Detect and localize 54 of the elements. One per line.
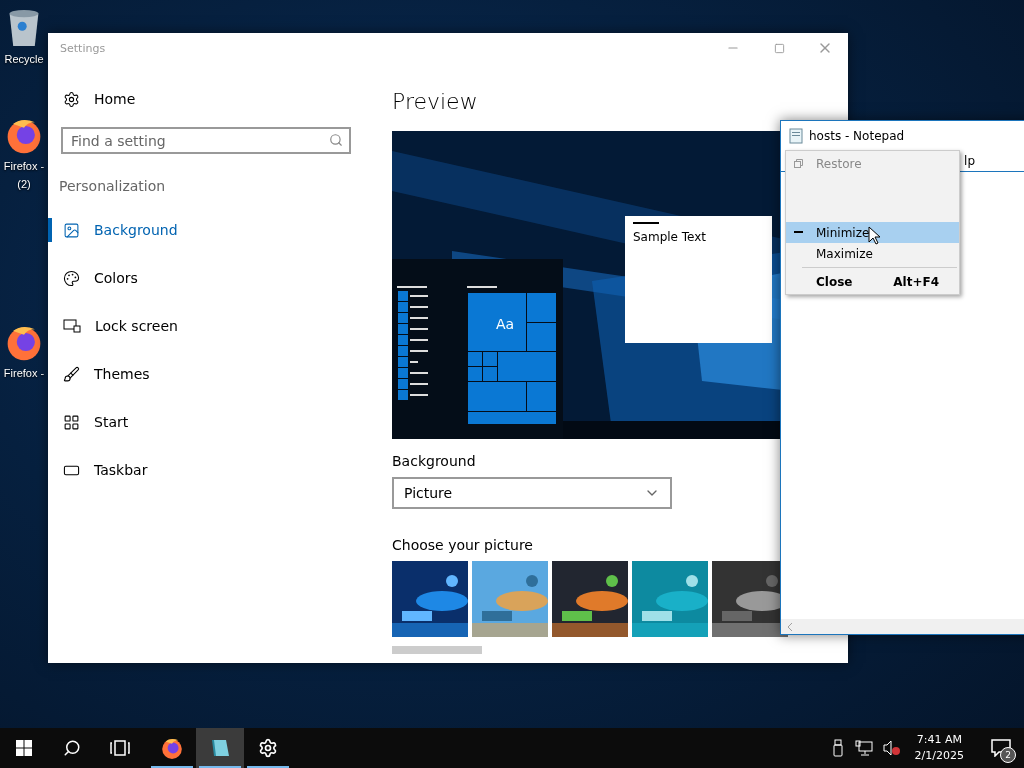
- desktop-icon-label[interactable]: Firefox -: [3, 159, 45, 173]
- maximize-icon: [773, 42, 785, 54]
- nav-item[interactable]: Lock screen: [48, 302, 392, 350]
- restore-icon: [794, 159, 803, 168]
- scrollbar[interactable]: [781, 619, 1024, 634]
- home-link[interactable]: Home: [48, 75, 392, 123]
- notepad-icon: [789, 128, 803, 144]
- clock[interactable]: 7:41 AM 2/1/2025: [914, 732, 964, 764]
- settings-icon: [63, 90, 80, 108]
- lock-screen-icon: [63, 318, 81, 334]
- menu-item[interactable]: Close Alt+F4: [786, 271, 959, 292]
- nav-item[interactable]: Background: [48, 206, 392, 254]
- usb-icon[interactable]: [832, 739, 845, 757]
- menu-item[interactable]: Minimize: [786, 222, 959, 243]
- image-icon: [63, 221, 80, 239]
- menu-item[interactable]: lp: [964, 154, 975, 168]
- message-icon: [991, 739, 1011, 757]
- sample-text: Sample Text: [633, 230, 708, 244]
- mouse-cursor-icon: [868, 226, 881, 245]
- section-heading: Personalization: [59, 178, 167, 194]
- nav-item[interactable]: Taskbar: [48, 446, 392, 494]
- settings-icon: [258, 738, 278, 758]
- desktop-icon-label[interactable]: Firefox -: [3, 366, 45, 380]
- search-icon: [63, 739, 81, 757]
- minimize-icon: [794, 231, 803, 234]
- windows-icon: [16, 740, 32, 756]
- nav-item[interactable]: Themes: [48, 350, 392, 398]
- tile-label: Aa: [496, 316, 515, 332]
- grid-icon: [63, 413, 80, 431]
- taskbar-app-button[interactable]: [196, 728, 244, 768]
- window-title: Settings: [60, 41, 107, 55]
- firefox-icon: [160, 736, 184, 760]
- nav-item[interactable]: Start: [48, 398, 392, 446]
- search-icon: [329, 133, 343, 147]
- window-title: hosts - Notepad: [809, 129, 905, 143]
- field-label: Background: [392, 453, 477, 469]
- menu-item[interactable]: Maximize: [786, 243, 959, 264]
- palette-icon: [63, 269, 80, 287]
- notifications-button[interactable]: 2: [986, 733, 1016, 763]
- notification-count: 2: [1000, 747, 1016, 763]
- field-label: Choose your picture: [392, 537, 534, 553]
- page-heading: Preview: [392, 89, 479, 116]
- search-field[interactable]: Find a setting: [61, 127, 351, 154]
- scroll-left-icon: [787, 622, 793, 631]
- nav-item[interactable]: Colors: [48, 254, 392, 302]
- background-dropdown[interactable]: Picture: [392, 477, 672, 509]
- desktop-icon-label[interactable]: (2): [17, 177, 31, 191]
- task-view-icon: [110, 740, 130, 756]
- notepad-icon: [209, 737, 231, 759]
- brush-icon: [63, 365, 80, 383]
- scrollbar-thumb[interactable]: [392, 646, 482, 654]
- volume-muted-icon[interactable]: [882, 740, 901, 756]
- desktop-icon-label[interactable]: Recycle: [4, 52, 44, 66]
- network-icon[interactable]: [854, 740, 873, 756]
